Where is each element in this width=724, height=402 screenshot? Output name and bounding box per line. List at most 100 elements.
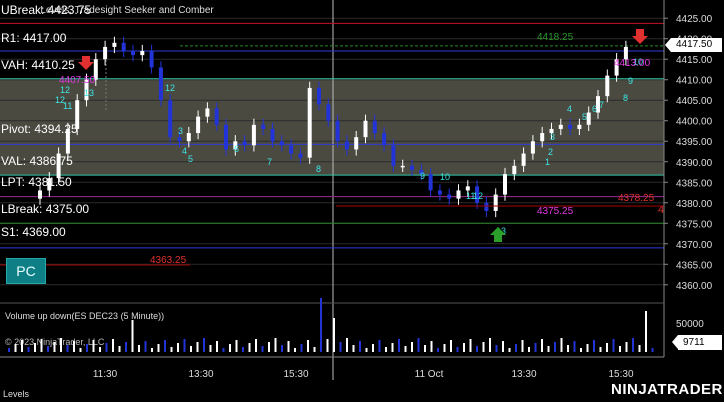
setup-count-label: 5	[582, 112, 587, 122]
volume-bar	[385, 347, 387, 352]
volume-bar	[515, 344, 517, 352]
setup-count-label: 9	[420, 171, 425, 181]
annotation-red-right: 4378.25	[618, 193, 655, 204]
volume-bar	[118, 346, 121, 352]
candle-body	[251, 124, 256, 146]
candle-body	[391, 145, 396, 166]
volume-bar	[8, 348, 10, 352]
candle-body	[540, 133, 545, 142]
candle-body	[168, 100, 173, 138]
candle-body	[372, 120, 377, 134]
volume-bar	[47, 346, 49, 352]
volume-bar	[437, 348, 439, 352]
volume-bar	[632, 338, 634, 352]
candle-body	[205, 108, 210, 117]
volume-bar	[489, 338, 491, 352]
volume-bar	[534, 343, 537, 352]
candle-body	[335, 120, 340, 142]
candle-body	[149, 51, 154, 68]
level-label: R1: 4417.00	[1, 31, 67, 45]
volume-bar	[339, 342, 342, 352]
volume-bar	[450, 340, 452, 352]
setup-count-label: 4	[182, 146, 187, 156]
candle-body	[326, 104, 331, 121]
last-volume-badge: 9711	[672, 335, 722, 350]
price-axis-tick: 4400.00	[676, 117, 713, 128]
price-axis-tick: 4410.00	[676, 76, 713, 87]
candle-body	[103, 46, 108, 60]
volume-bar	[359, 341, 361, 352]
candle-body	[456, 190, 461, 199]
volume-bar	[268, 342, 270, 352]
volume-bar	[261, 346, 264, 352]
volume-bar	[391, 343, 394, 352]
volume-bar	[528, 347, 530, 352]
setup-count-label: 2	[548, 147, 553, 157]
volume-bar	[417, 338, 420, 352]
price-axis-tick: 4395.00	[676, 137, 713, 148]
volume-bar	[502, 341, 504, 352]
volume-bar	[625, 342, 628, 352]
volume-bar	[229, 344, 231, 352]
volume-bar	[606, 343, 608, 352]
candle-body	[75, 100, 80, 129]
volume-bar	[495, 345, 498, 352]
setup-count-label: 12	[165, 83, 175, 93]
volume-bar	[352, 345, 355, 352]
candle-body	[186, 133, 191, 142]
volume-bar	[411, 342, 413, 352]
candle-body	[465, 186, 470, 191]
setup-count-label: 12	[55, 95, 65, 105]
volume-bar	[164, 340, 166, 352]
annotation-red-low: 4363.25	[150, 255, 187, 266]
volume-bar	[326, 339, 329, 352]
candle-body	[56, 153, 61, 179]
volume-bar	[105, 343, 108, 352]
price-axis-tick: 4365.00	[676, 260, 713, 271]
candle-body	[400, 165, 405, 168]
candle-body	[38, 190, 42, 199]
candle-body	[65, 128, 70, 154]
setup-count-label: 7	[267, 157, 272, 167]
volume-bar	[541, 339, 543, 352]
volume-bar	[313, 347, 316, 352]
volume-bar	[183, 339, 186, 352]
volume-bar	[300, 344, 303, 352]
volume-bar	[476, 346, 478, 352]
setup-count-label: 9	[628, 76, 633, 86]
candle-body	[289, 145, 294, 154]
volume-bar	[365, 348, 368, 352]
candle-body	[382, 133, 387, 146]
indicator-label: Levels	[3, 389, 30, 399]
candle-body	[307, 87, 312, 158]
volume-bar	[398, 339, 400, 352]
volume-bar	[619, 346, 621, 352]
time-axis-tick: 11 Oct	[415, 369, 444, 380]
level-label: VAL: 4386.75	[1, 154, 73, 168]
volume-bar	[333, 318, 335, 352]
volume-bar	[599, 347, 602, 352]
volume-bar	[34, 343, 36, 352]
down-arrow-icon	[78, 56, 94, 70]
volume-bar	[294, 348, 296, 352]
chart-title: ...Levels, Tradesight Seeker and Comber	[32, 5, 214, 16]
volume-bar	[307, 340, 309, 352]
volume-bar	[560, 338, 563, 352]
volume-bar	[92, 340, 95, 352]
annotation-magenta-high: 4413.00	[614, 58, 651, 69]
price-chart[interactable]: UBreak: 4423.75R1: 4417.00VAH: 4410.25Pi…	[0, 0, 724, 402]
value-area-band	[0, 78, 664, 176]
volume-bar	[86, 344, 88, 352]
level-label: S1: 4369.00	[1, 225, 66, 239]
candle-body	[317, 87, 321, 105]
pc-button[interactable]: PC	[6, 258, 46, 284]
candle-body	[410, 165, 414, 170]
setup-count-label: 10	[440, 172, 450, 182]
setup-count-label: 5	[188, 154, 193, 164]
candle-body	[224, 124, 228, 150]
volume-bar	[151, 348, 153, 352]
time-axis-tick: 15:30	[608, 369, 633, 380]
volume-bar	[463, 343, 465, 352]
candle-body	[214, 108, 219, 125]
volume-bar	[281, 345, 283, 352]
